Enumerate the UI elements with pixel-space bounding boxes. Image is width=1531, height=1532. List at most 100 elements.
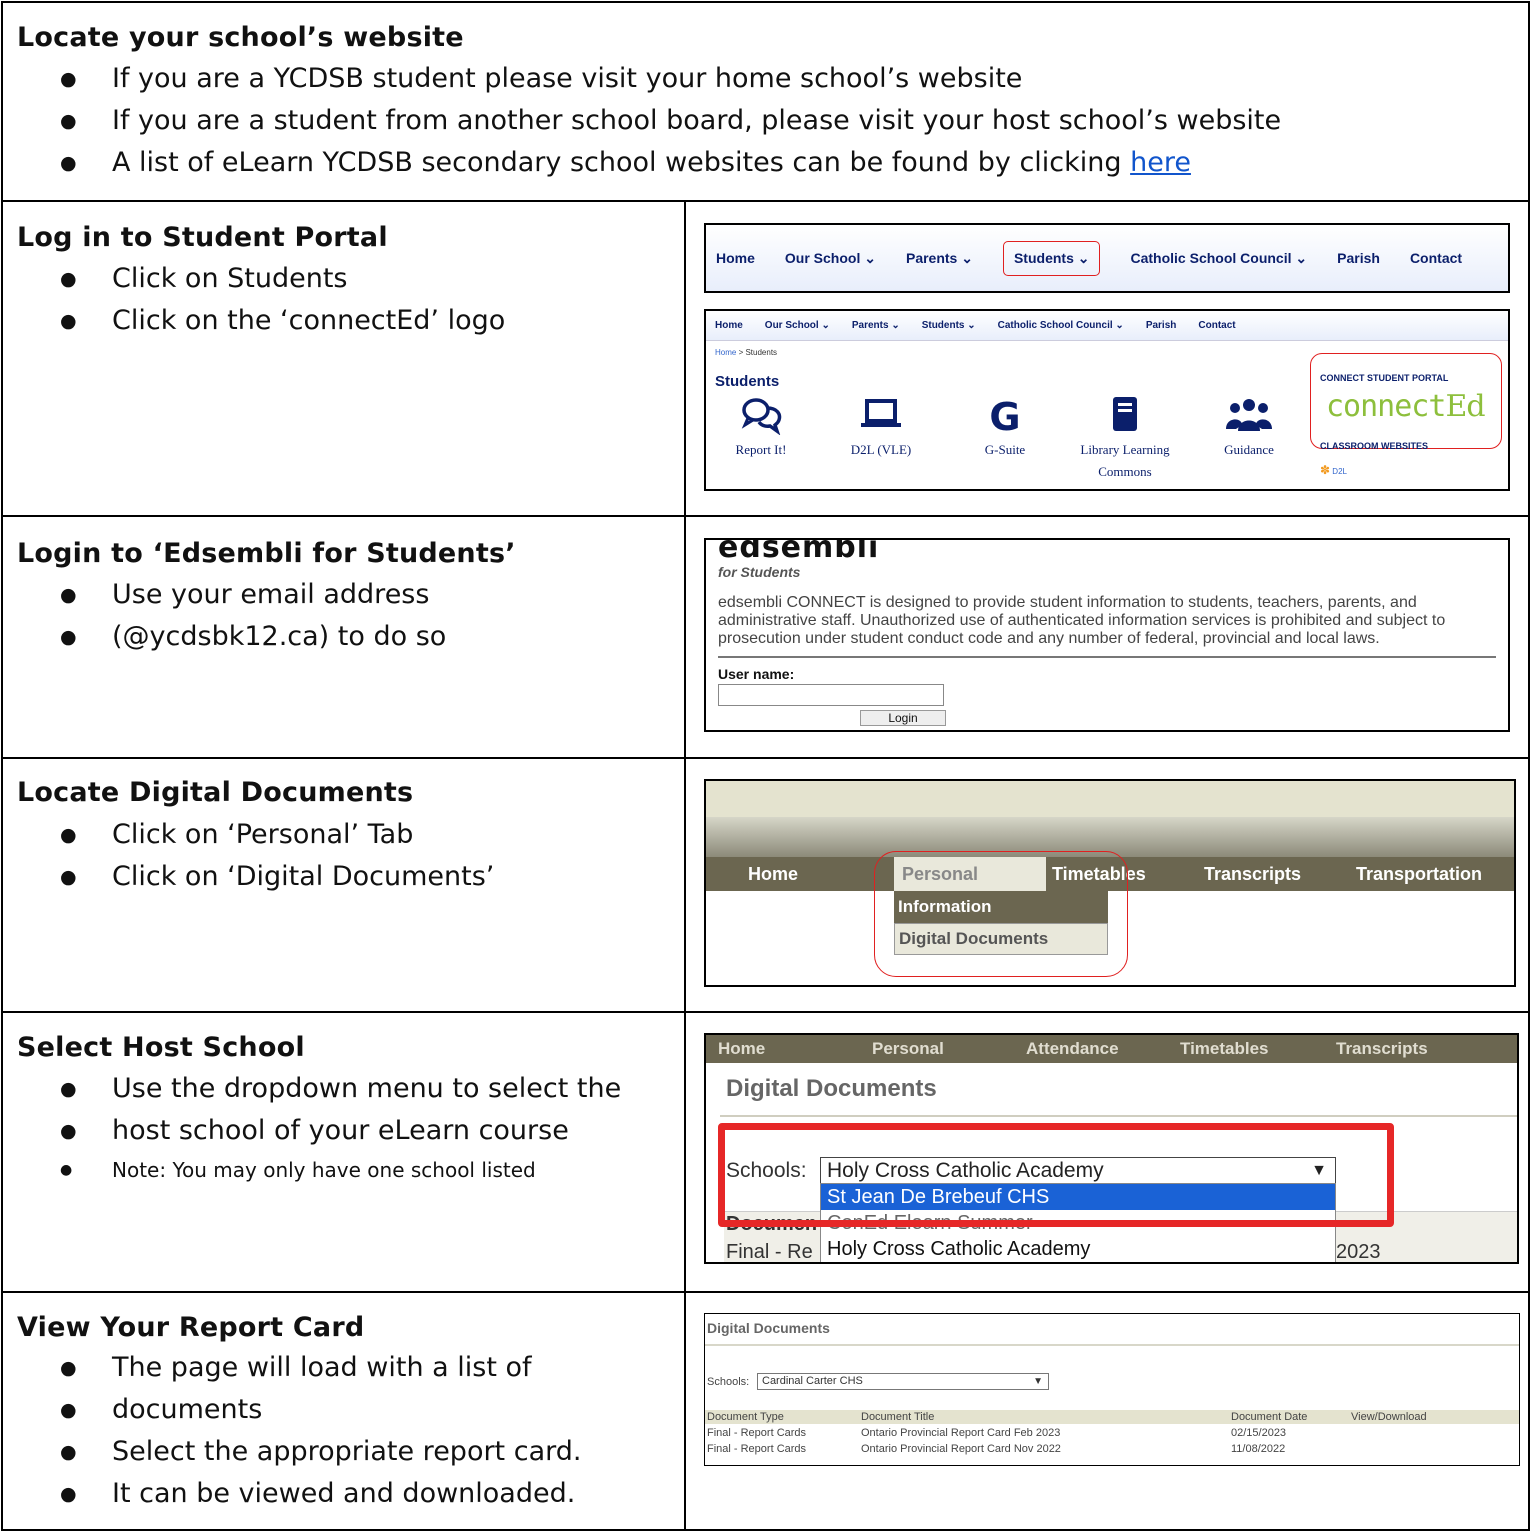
nav-students[interactable]: Students ⌄ bbox=[922, 320, 976, 331]
edsembli-logo: edsembli bbox=[718, 538, 880, 565]
screenshot-nav-bar: Home Our School ⌄ Parents ⌄ Students ⌄ C… bbox=[704, 223, 1510, 293]
here-link[interactable]: here bbox=[1130, 147, 1191, 178]
list-item: The page will load with a list of bbox=[60, 1347, 581, 1389]
nav-catholic-school-council[interactable]: Catholic School Council ⌄ bbox=[998, 320, 1124, 331]
list-item: It can be viewed and downloaded. bbox=[60, 1473, 581, 1515]
row-divider bbox=[1, 757, 1530, 759]
list-item: (@ycdsbk12.ca) to do so bbox=[60, 616, 446, 658]
option-holy-cross[interactable]: Holy Cross Catholic Academy bbox=[821, 1236, 1335, 1262]
nav-students[interactable]: Students ⌄ bbox=[1002, 240, 1101, 276]
bullet-list: Use your email address (@ycdsbk12.ca) to… bbox=[60, 574, 446, 658]
tab-timetables[interactable]: Timetables bbox=[1180, 1039, 1269, 1059]
list-item: Click on ‘Personal’ Tab bbox=[60, 814, 494, 856]
cell-title[interactable]: Ontario Provincial Report Card Feb 2023 bbox=[861, 1427, 1060, 1439]
username-input[interactable] bbox=[718, 684, 944, 706]
book-icon bbox=[1070, 395, 1180, 439]
header-band bbox=[706, 781, 1514, 817]
bullet-list: Click on Students Click on the ‘connectE… bbox=[60, 258, 505, 342]
connected-logo-text: connect bbox=[1326, 389, 1446, 424]
highlight-circle bbox=[874, 851, 1128, 977]
table-row[interactable]: Final - Report Cards Ontario Provincial … bbox=[705, 1426, 1519, 1442]
chat-bubbles-icon bbox=[706, 395, 816, 439]
list-item: Click on the ‘connectEd’ logo bbox=[60, 300, 505, 342]
row-divider bbox=[1, 1291, 1530, 1293]
portal-label: CONNECT STUDENT PORTAL bbox=[1320, 373, 1449, 383]
tile-label: Library Learning Commons bbox=[1080, 442, 1170, 479]
nav-home[interactable]: Home bbox=[716, 250, 755, 266]
classroom-websites-label: CLASSROOM WEBSITES bbox=[1320, 441, 1429, 451]
screenshot-report-card: Digital Documents Schools: Cardinal Cart… bbox=[704, 1313, 1520, 1466]
nav-catholic-school-council[interactable]: Catholic School Council ⌄ bbox=[1130, 250, 1307, 267]
login-button[interactable]: Login bbox=[860, 710, 946, 726]
schools-dropdown[interactable]: Cardinal Carter CHS ▼ bbox=[757, 1373, 1049, 1390]
bullet-list: If you are a YCDSB student please visit … bbox=[60, 58, 1281, 184]
d2l-link[interactable]: ✽ D2L bbox=[1320, 463, 1347, 477]
site-nav: Home Our School ⌄ Parents ⌄ Students ⌄ C… bbox=[706, 225, 1508, 291]
screenshot-students-page: Home Our School ⌄ Parents ⌄ Students ⌄ C… bbox=[704, 309, 1510, 491]
laptop-icon bbox=[826, 395, 936, 439]
username-label: User name: bbox=[718, 666, 795, 682]
schools-selected: Cardinal Carter CHS bbox=[762, 1375, 863, 1387]
list-item: documents bbox=[60, 1389, 581, 1431]
list-item: If you are a YCDSB student please visit … bbox=[60, 58, 1281, 100]
list-item: If you are a student from another school… bbox=[60, 100, 1281, 142]
section-title-edsembli: Login to ‘Edsembli for Students’ bbox=[17, 538, 516, 569]
tab-transportation[interactable]: Transportation bbox=[1356, 864, 1482, 885]
table-header: Document Type Document Title Document Da… bbox=[705, 1410, 1519, 1424]
nav-contact[interactable]: Contact bbox=[1198, 320, 1235, 331]
highlight-box bbox=[718, 1123, 1394, 1227]
screenshot-host-school: Home Personal Attendance Timetables Tran… bbox=[704, 1033, 1519, 1264]
nav-our-school[interactable]: Our School ⌄ bbox=[785, 250, 876, 267]
row-divider bbox=[1, 515, 1530, 517]
edsembli-tagline: for Students bbox=[718, 564, 801, 580]
section-title-host-school: Select Host School bbox=[17, 1032, 305, 1063]
breadcrumb-current: > Students bbox=[736, 348, 778, 357]
tab-bar: Home Personal Attendance Timetables Tran… bbox=[706, 1035, 1517, 1063]
d2l-label: D2L bbox=[1332, 467, 1347, 476]
tile-d2l[interactable]: D2L (VLE) bbox=[826, 395, 936, 461]
tile-g-suite[interactable]: G G-Suite bbox=[950, 395, 1060, 461]
tab-transcripts[interactable]: Transcripts bbox=[1204, 864, 1301, 885]
section-title-digital-documents: Locate Digital Documents bbox=[17, 777, 414, 808]
section-title-student-portal: Log in to Student Portal bbox=[17, 222, 388, 253]
table-cell-partial: Final - Re bbox=[726, 1241, 813, 1263]
tab-attendance[interactable]: Attendance bbox=[1026, 1039, 1119, 1059]
nav-parents[interactable]: Parents ⌄ bbox=[906, 250, 973, 267]
nav-contact[interactable]: Contact bbox=[1410, 250, 1462, 266]
nav-parish[interactable]: Parish bbox=[1146, 320, 1177, 331]
tab-personal[interactable]: Personal bbox=[872, 1039, 944, 1059]
tab-transcripts[interactable]: Transcripts bbox=[1336, 1039, 1428, 1059]
divider bbox=[705, 1344, 1519, 1346]
nav-our-school[interactable]: Our School ⌄ bbox=[765, 320, 830, 331]
tab-home[interactable]: Home bbox=[718, 1039, 765, 1059]
row-divider bbox=[1, 1011, 1530, 1013]
list-item-continuation: documents bbox=[112, 1394, 263, 1425]
nav-home[interactable]: Home bbox=[715, 320, 743, 331]
cell-type: Final - Report Cards bbox=[707, 1427, 807, 1439]
screenshot-personal-menu: Home Timetables Transcripts Transportati… bbox=[704, 779, 1516, 987]
schools-label: Schools: bbox=[707, 1376, 750, 1388]
tile-report-it[interactable]: Report It! bbox=[706, 395, 816, 461]
column-divider bbox=[684, 200, 686, 1530]
tile-label: Report It! bbox=[735, 442, 787, 457]
list-item-continuation: (@ycdsbk12.ca) to do so bbox=[112, 621, 447, 652]
tile-guidance[interactable]: Guidance bbox=[1194, 395, 1304, 461]
breadcrumb-home[interactable]: Home bbox=[715, 348, 736, 357]
tile-library[interactable]: Library Learning Commons bbox=[1070, 395, 1180, 483]
d2l-icon: ✽ bbox=[1320, 463, 1331, 477]
list-item: host school of your eLearn course bbox=[60, 1110, 621, 1152]
cell-title[interactable]: Ontario Provincial Report Card Nov 2022 bbox=[861, 1443, 1061, 1455]
list-item-text: A list of eLearn YCDSB secondary school … bbox=[112, 147, 1131, 178]
bullet-list: Use the dropdown menu to select the host… bbox=[60, 1068, 621, 1188]
section-title-locate-website: Locate your school’s website bbox=[17, 22, 464, 53]
nav-parish[interactable]: Parish bbox=[1337, 250, 1380, 266]
table-row[interactable]: Final - Report Cards Ontario Provincial … bbox=[705, 1442, 1519, 1458]
nav-parents[interactable]: Parents ⌄ bbox=[852, 320, 900, 331]
bullet-list: Click on ‘Personal’ Tab Click on ‘Digita… bbox=[60, 814, 494, 898]
users-icon bbox=[1194, 395, 1304, 439]
tab-home[interactable]: Home bbox=[748, 864, 798, 885]
list-item: Select the appropriate report card. bbox=[60, 1431, 581, 1473]
cell-date: 11/08/2022 bbox=[1231, 1443, 1286, 1455]
connected-logo[interactable]: connectEd bbox=[1326, 389, 1486, 424]
list-item: A list of eLearn YCDSB secondary school … bbox=[60, 142, 1281, 184]
